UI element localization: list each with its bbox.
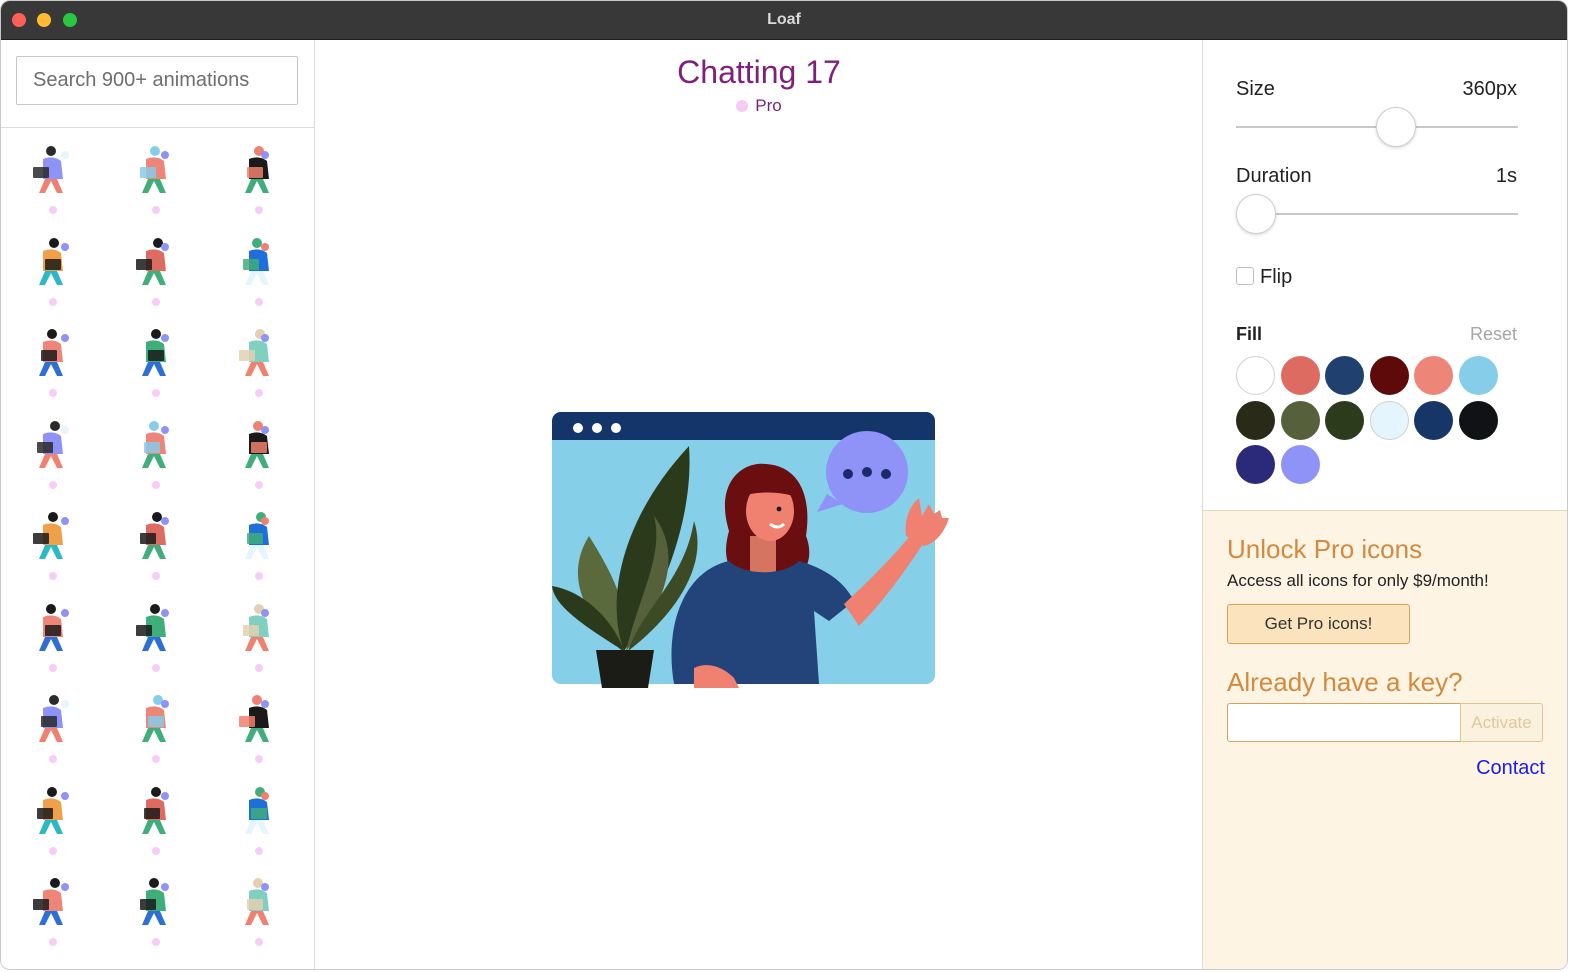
window-title: Loaf: [767, 11, 801, 28]
animation-thumbnail-person-workstation[interactable]: [219, 320, 299, 400]
size-slider-knob[interactable]: [1376, 107, 1417, 147]
get-pro-button[interactable]: Get Pro icons!: [1227, 604, 1410, 644]
fill-swatch[interactable]: [1236, 400, 1275, 440]
search-area: [1, 40, 314, 128]
animation-grid: [1, 129, 315, 969]
animation-thumbnail-person-dancing[interactable]: [116, 686, 196, 766]
fill-swatch[interactable]: [1369, 356, 1409, 395]
activate-button[interactable]: Activate: [1460, 703, 1543, 742]
fill-swatch[interactable]: [1414, 400, 1453, 440]
animation-thumbnail-person-sitting-2[interactable]: [116, 869, 196, 949]
pro-badge: Pro: [316, 96, 1202, 116]
license-key-input[interactable]: [1227, 703, 1461, 742]
fill-swatch[interactable]: [1236, 445, 1275, 484]
animation-thumbnail-person-reclining[interactable]: [13, 595, 93, 675]
animation-preview-illustration: [552, 412, 949, 688]
fill-swatch[interactable]: [1414, 356, 1453, 395]
animation-thumbnail-person-walking[interactable]: [116, 412, 196, 492]
animation-thumbnail-person-desk[interactable]: [13, 320, 93, 400]
promo-text: Access all icons for only $9/month!: [1227, 571, 1489, 590]
animation-thumbnail-person-lying-2[interactable]: [219, 503, 299, 583]
animation-thumbnail-person-standing[interactable]: [219, 137, 299, 217]
flip-checkbox[interactable]: [1236, 267, 1254, 285]
animation-thumbnail-person-lying[interactable]: [116, 503, 196, 583]
fill-swatch[interactable]: [1280, 445, 1320, 484]
preview-area: Chatting 17 Pro: [316, 40, 1202, 969]
fill-swatch[interactable]: [1280, 356, 1320, 395]
animation-thumbnail-person-sitting[interactable]: [219, 229, 299, 309]
animation-thumbnail-person-laptop-3[interactable]: [219, 686, 299, 766]
title-bar: Loaf: [1, 1, 1567, 40]
fill-swatch[interactable]: [1325, 356, 1364, 395]
contact-link[interactable]: Contact: [1476, 757, 1545, 780]
animation-thumbnail-person-chat[interactable]: [116, 595, 196, 675]
size-label: Size: [1236, 78, 1275, 100]
flip-option[interactable]: Flip: [1236, 266, 1292, 289]
size-slider[interactable]: [1236, 107, 1518, 147]
animation-thumbnail-person-standing-2[interactable]: [116, 778, 196, 858]
flip-label: Flip: [1260, 266, 1293, 288]
fill-label: Fill: [1236, 324, 1262, 344]
duration-slider-track[interactable]: [1236, 213, 1518, 215]
search-input[interactable]: [16, 56, 298, 105]
animation-title: Chatting 17: [677, 54, 841, 90]
animation-thumbnail-person-phone-2[interactable]: [219, 778, 299, 858]
duration-slider[interactable]: [1236, 194, 1518, 234]
pro-promo: Unlock Pro icons Access all icons for on…: [1203, 510, 1567, 969]
animation-thumbnail-person-jumping[interactable]: [13, 686, 93, 766]
app-window: Loaf Chatting 17 Pro: [0, 0, 1568, 970]
duration-value: 1s: [1495, 165, 1517, 187]
pro-badge-label: Pro: [755, 96, 782, 115]
sidebar: [1, 40, 315, 969]
key-title: Already have a key?: [1227, 667, 1463, 697]
fill-swatch[interactable]: [1458, 356, 1498, 395]
fill-swatch[interactable]: [1458, 400, 1498, 440]
animation-thumbnail-person-laptop[interactable]: [13, 137, 93, 217]
fill-swatch[interactable]: [1369, 400, 1409, 440]
pro-dot-icon: [736, 100, 749, 112]
promo-title: Unlock Pro icons: [1227, 534, 1423, 564]
fill-swatch[interactable]: [1325, 400, 1364, 440]
animation-thumbnail-person-reading-2[interactable]: [13, 778, 93, 858]
animation-thumbnail-person-floor[interactable]: [219, 412, 299, 492]
duration-slider-knob[interactable]: [1236, 194, 1276, 234]
settings-panel: Size 360px Duration 1s Flip Fill Reset U…: [1202, 40, 1567, 969]
animation-thumbnail-person-computer[interactable]: [116, 320, 196, 400]
animation-thumbnail-person-laptop-2[interactable]: [13, 412, 93, 492]
fill-swatch[interactable]: [1280, 400, 1320, 440]
animation-thumbnail-person-phone[interactable]: [13, 229, 93, 309]
animation-thumbnail-video-call[interactable]: [13, 503, 93, 583]
animation-thumbnail-person-desk-2[interactable]: [219, 869, 299, 949]
animation-thumbnail-person-chair[interactable]: [116, 229, 196, 309]
fill-swatch[interactable]: [1236, 356, 1275, 395]
animation-thumbnail-person-reading[interactable]: [116, 137, 196, 217]
reset-button[interactable]: Reset: [1470, 324, 1517, 345]
animation-thumbnail-person-waving[interactable]: [219, 595, 299, 675]
size-value: 360px: [1462, 78, 1518, 100]
animation-thumbnail-person-chair-2[interactable]: [13, 869, 93, 949]
duration-label: Duration: [1236, 165, 1312, 187]
